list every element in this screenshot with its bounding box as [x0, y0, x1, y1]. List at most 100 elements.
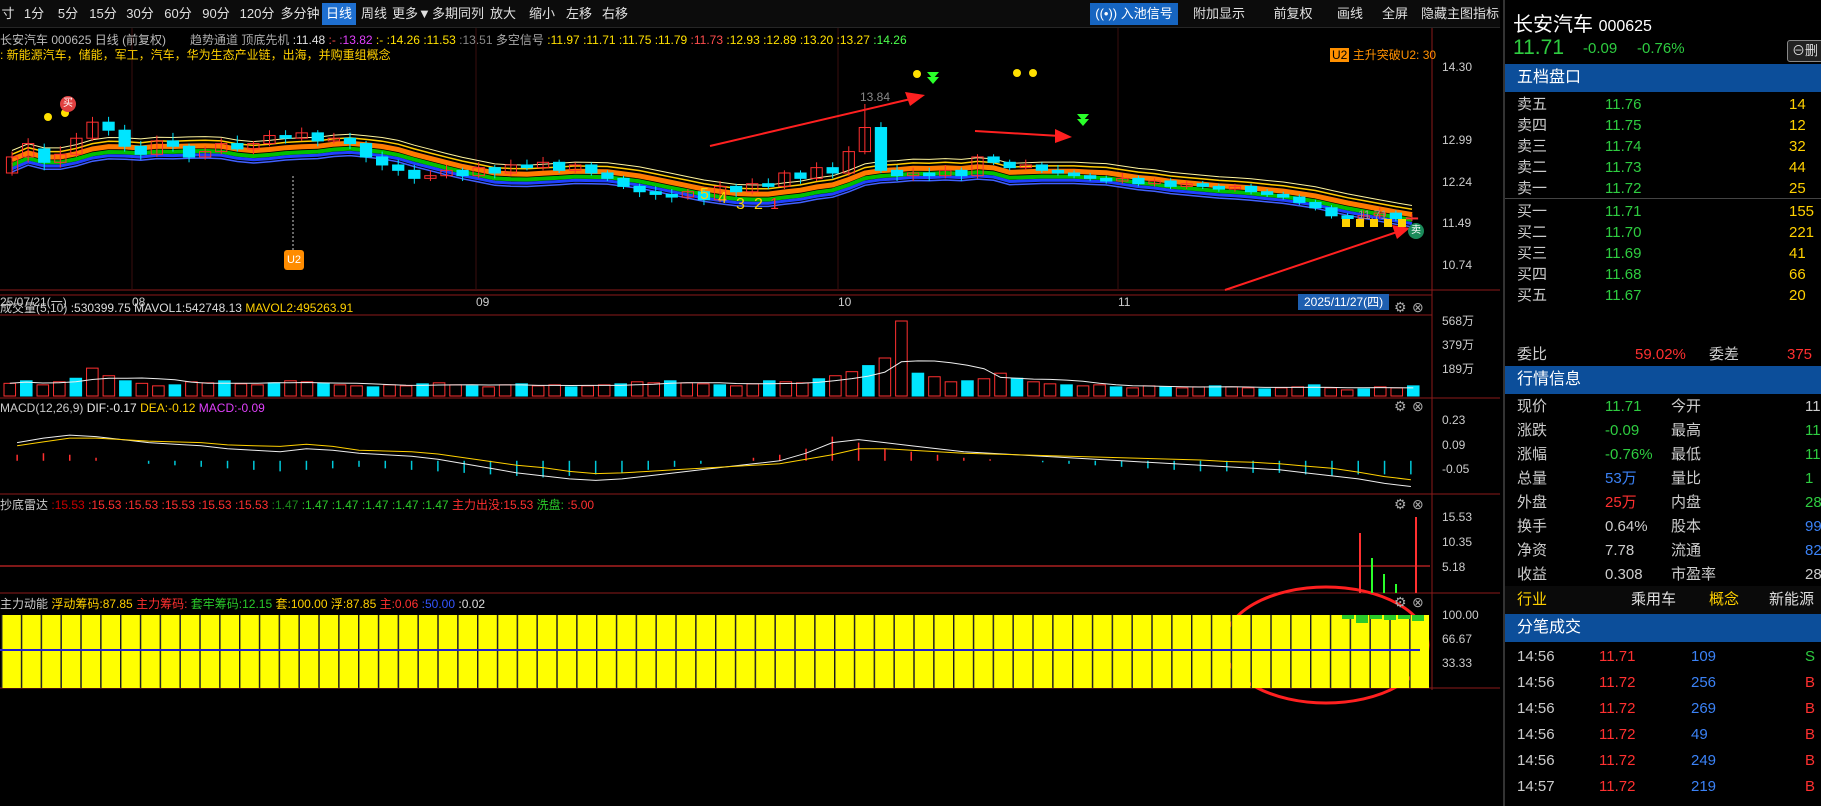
gear-icon[interactable]: ⚙: [1394, 399, 1407, 413]
trade-row: 14:56 11.72 269 B: [1505, 697, 1821, 721]
period-button-0[interactable]: 寸: [0, 3, 16, 25]
trade-cell: B: [1805, 752, 1816, 769]
gear-icon[interactable]: ⚙: [1394, 497, 1407, 511]
energy-bar: [735, 615, 755, 688]
delete-button[interactable]: ⊖删: [1787, 40, 1821, 62]
period-button-6[interactable]: 90分: [198, 3, 234, 25]
energy-bar: [1053, 615, 1072, 688]
toolbar-right-0[interactable]: ((•)) 入池信号: [1090, 3, 1178, 25]
period-button-16[interactable]: 右移: [598, 3, 632, 25]
tab-industry-value[interactable]: 乘用车: [1631, 586, 1676, 614]
volume-bar: [1159, 386, 1172, 397]
bids-row: 买五 11.67 20: [1505, 284, 1821, 308]
volume-bar: [465, 385, 479, 397]
period-button-4[interactable]: 30分: [122, 3, 158, 25]
info-cell: 外盘: [1517, 494, 1548, 511]
close-icon[interactable]: ⊗: [1412, 497, 1424, 511]
energy-green-top: [1398, 615, 1410, 619]
y-tick-main-2: 12.24: [1442, 175, 1473, 189]
energy-bar: [854, 615, 874, 688]
volume-bar: [911, 372, 925, 397]
info-cell: 11: [1805, 398, 1821, 415]
close-icon[interactable]: ⊗: [1412, 399, 1424, 413]
info-row: 换手 0.64% 股本 99.14: [1505, 515, 1821, 539]
period-button-10[interactable]: 周线: [358, 3, 390, 25]
info-row: 总量 53万 量比 1: [1505, 467, 1821, 491]
tab-concept[interactable]: 概念: [1709, 586, 1739, 614]
energy-bar: [1033, 615, 1053, 688]
gear-icon[interactable]: ⚙: [1394, 595, 1407, 609]
period-button-2[interactable]: 5分: [52, 3, 84, 25]
volume-bar: [267, 382, 281, 397]
candle-body: [762, 183, 775, 187]
period-button-7[interactable]: 120分: [236, 3, 278, 25]
period-button-14[interactable]: 缩小: [524, 3, 560, 25]
info-row: 涨跌 -0.09 最高 11: [1505, 419, 1821, 443]
weibi-row: 委比 59.02% 委差 375: [1517, 346, 1813, 363]
bids-price: 11.67: [1605, 287, 1642, 304]
toolbar-right-4[interactable]: 全屏: [1375, 3, 1415, 25]
period-button-13[interactable]: 放大: [484, 3, 522, 25]
period-button-12[interactable]: 多期同列: [432, 3, 484, 25]
volume-bar: [168, 384, 182, 397]
energy-bar: [160, 615, 180, 688]
info-row: 现价 11.71 今开 11: [1505, 395, 1821, 419]
energy-bar: [1073, 615, 1092, 688]
industry-concept-tabs: 行业 乘用车 概念 新能源: [1505, 586, 1821, 614]
order-book-divider: [1505, 198, 1821, 199]
y-tick-vol-1: 379万: [1442, 338, 1475, 352]
y-tick-main-3: 11.49: [1442, 216, 1472, 230]
period-button-15[interactable]: 左移: [562, 3, 596, 25]
trade-cell: 14:57: [1517, 778, 1555, 795]
energy-bar: [755, 615, 775, 688]
candle-body: [311, 132, 324, 142]
volume-bar: [1258, 388, 1271, 397]
energy-bar: [1251, 615, 1271, 688]
energy-bar: [339, 615, 358, 688]
candle-body: [1051, 169, 1065, 174]
candle-body: [1325, 207, 1338, 217]
energy-bar: [1410, 615, 1429, 688]
tab-concept-value[interactable]: 新能源: [1769, 586, 1814, 614]
y-tick-energy-0: 100.00: [1442, 608, 1479, 622]
volume-bar: [1307, 384, 1321, 397]
candle-body: [617, 177, 630, 187]
energy-bar: [993, 615, 1013, 688]
x-label-09: 09: [476, 295, 490, 309]
energy-bar: [656, 615, 676, 688]
toolbar-right-5[interactable]: 隐藏主图指标: [1421, 3, 1499, 25]
period-button-3[interactable]: 15分: [86, 3, 120, 25]
candle-body: [231, 143, 244, 150]
info-row: 收益 0.308 市盈率 28: [1505, 563, 1821, 587]
energy-bar: [636, 615, 656, 688]
info-cell: 53万: [1605, 470, 1637, 487]
period-button-5[interactable]: 60分: [160, 3, 196, 25]
toolbar-right-3[interactable]: 画线: [1330, 3, 1370, 25]
chart-svg[interactable]: [0, 28, 1500, 806]
energy-bar: [1370, 615, 1390, 688]
close-icon[interactable]: ⊗: [1412, 595, 1424, 609]
info-cell: 最低: [1671, 446, 1702, 463]
period-button-11[interactable]: 更多▼: [392, 3, 431, 25]
trade-cell: 11.72: [1599, 778, 1636, 795]
toolbar-right-2[interactable]: 前复权: [1260, 3, 1326, 25]
toolbar-right-1[interactable]: 附加显示: [1183, 3, 1255, 25]
gear-icon[interactable]: ⚙: [1394, 300, 1407, 314]
trade-row: 14:57 11.72 219 B: [1505, 775, 1821, 799]
period-button-1[interactable]: 1分: [18, 3, 50, 25]
info-cell: 0.308: [1605, 566, 1643, 583]
toolbar-right-label: 全屏: [1381, 6, 1408, 21]
energy-bar: [1311, 615, 1330, 688]
volume-bar: [317, 382, 330, 397]
tab-industry[interactable]: 行业: [1517, 586, 1547, 614]
energy-bar: [616, 615, 636, 688]
close-icon[interactable]: ⊗: [1412, 300, 1424, 314]
energy-bar: [2, 615, 21, 688]
candle-body: [182, 145, 196, 158]
info-cell: 7.78: [1605, 542, 1635, 559]
candle-body: [38, 148, 51, 163]
energy-green-top: [1356, 615, 1368, 623]
candle-body: [1132, 177, 1145, 185]
period-button-9[interactable]: 日线: [322, 3, 356, 25]
period-button-8[interactable]: 多分钟: [280, 3, 320, 25]
